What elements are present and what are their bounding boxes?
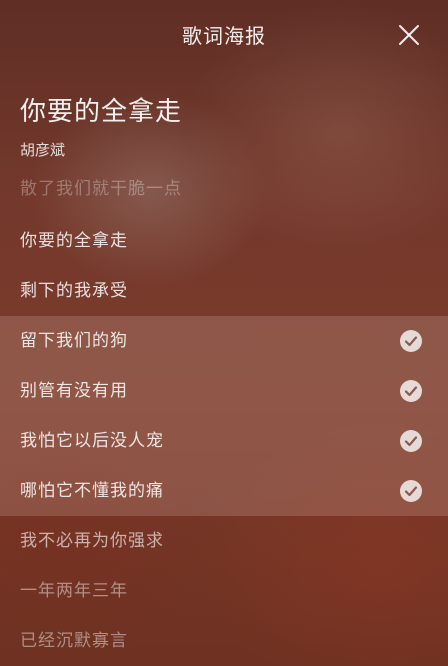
lyric-line[interactable]: 散了我们就干脆一点 bbox=[0, 166, 448, 216]
lyric-line[interactable]: 一年两年三年 bbox=[0, 566, 448, 616]
lyric-line[interactable]: 已经沉默寡言 bbox=[0, 616, 448, 666]
checkmark-icon bbox=[400, 380, 422, 402]
lyric-text: 已经沉默寡言 bbox=[20, 631, 128, 651]
lyric-text: 我不必再为你强求 bbox=[20, 531, 164, 551]
lyrics-list: 散了我们就干脆一点 你要的全拿走 剩下的我承受 留下我们的狗 别管有没有用 我怕… bbox=[0, 166, 448, 666]
lyric-line-selected[interactable]: 哪怕它不懂我的痛 bbox=[0, 466, 448, 516]
header-bar: 歌词海报 bbox=[0, 0, 448, 68]
lyric-text: 我怕它以后没人宠 bbox=[20, 431, 164, 451]
lyric-text: 留下我们的狗 bbox=[20, 331, 128, 351]
lyric-line[interactable]: 我不必再为你强求 bbox=[0, 516, 448, 566]
song-title: 你要的全拿走 bbox=[20, 97, 183, 127]
close-button[interactable] bbox=[392, 18, 426, 52]
checkmark-icon bbox=[400, 480, 422, 502]
lyric-line-selected[interactable]: 别管有没有用 bbox=[0, 366, 448, 416]
checkmark-icon bbox=[400, 330, 422, 352]
lyric-text: 一年两年三年 bbox=[20, 581, 128, 601]
artist-name: 胡彦斌 bbox=[20, 141, 66, 159]
lyric-line[interactable]: 剩下的我承受 bbox=[0, 266, 448, 316]
lyric-text: 剩下的我承受 bbox=[20, 281, 128, 301]
lyric-poster-screen: 歌词海报 你要的全拿走 胡彦斌 散了我们就干脆一点 你要的全拿走 剩下的我承受 … bbox=[0, 0, 448, 666]
lyric-text: 你要的全拿走 bbox=[20, 231, 128, 251]
lyric-line-selected[interactable]: 我怕它以后没人宠 bbox=[0, 416, 448, 466]
checkmark-icon bbox=[400, 430, 422, 452]
lyric-text: 哪怕它不懂我的痛 bbox=[20, 481, 164, 501]
lyric-line-selected[interactable]: 留下我们的狗 bbox=[0, 316, 448, 366]
lyric-text: 别管有没有用 bbox=[20, 381, 128, 401]
lyric-text: 散了我们就干脆一点 bbox=[20, 179, 182, 199]
close-icon bbox=[399, 25, 419, 45]
page-title: 歌词海报 bbox=[182, 24, 266, 48]
lyric-line[interactable]: 你要的全拿走 bbox=[0, 216, 448, 266]
